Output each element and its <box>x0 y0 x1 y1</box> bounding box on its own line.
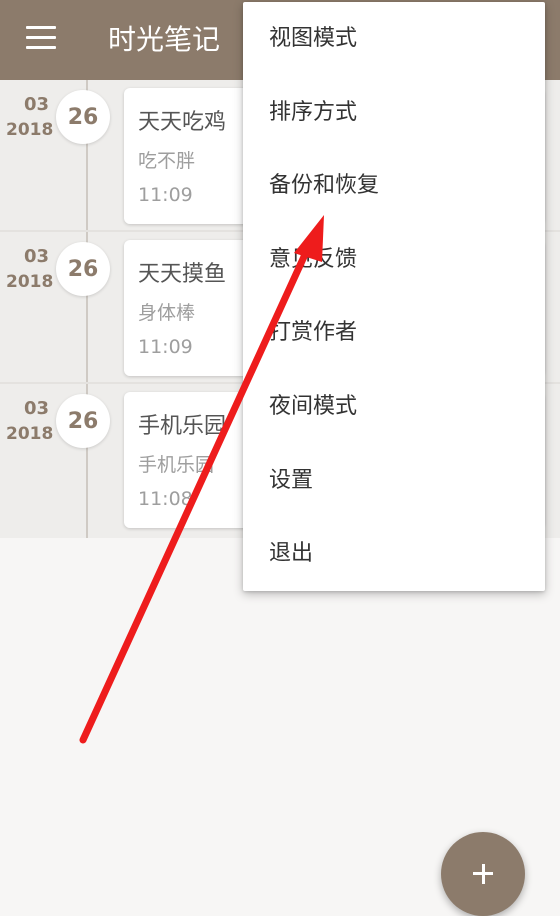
note-time: 11:08 <box>138 488 193 510</box>
menu-item-backup-restore[interactable]: 备份和恢复 <box>243 149 545 223</box>
entry-day-badge: 26 <box>56 90 110 144</box>
app-title: 时光笔记 <box>108 23 221 56</box>
note-time: 11:09 <box>138 184 193 206</box>
menu-item-sort-order[interactable]: 排序方式 <box>243 76 545 150</box>
add-note-button[interactable] <box>441 832 525 916</box>
entry-day-badge: 26 <box>56 394 110 448</box>
entry-year: 2018 <box>6 424 54 444</box>
note-title: 手机乐园 <box>138 414 227 439</box>
menu-item-feedback[interactable]: 意见反馈 <box>243 223 545 297</box>
overflow-menu: 视图模式 排序方式 备份和恢复 意见反馈 打赏作者 夜间模式 设置 退出 <box>243 2 545 591</box>
entry-month: 03 <box>24 94 50 115</box>
entry-day-badge: 26 <box>56 242 110 296</box>
menu-item-settings[interactable]: 设置 <box>243 444 545 518</box>
note-time: 11:09 <box>138 336 193 358</box>
entry-month: 03 <box>24 246 50 267</box>
note-subtitle: 吃不胖 <box>138 150 196 172</box>
entry-year: 2018 <box>6 120 54 140</box>
note-subtitle: 手机乐园 <box>138 454 215 476</box>
note-subtitle: 身体棒 <box>138 302 196 324</box>
menu-item-view-mode[interactable]: 视图模式 <box>243 2 545 76</box>
note-title: 天天摸鱼 <box>138 262 227 287</box>
entry-month: 03 <box>24 398 50 419</box>
menu-icon[interactable] <box>26 26 56 50</box>
menu-item-tip-author[interactable]: 打赏作者 <box>243 296 545 370</box>
menu-item-night-mode[interactable]: 夜间模式 <box>243 370 545 444</box>
entry-year: 2018 <box>6 272 54 292</box>
note-title: 天天吃鸡 <box>138 110 227 135</box>
menu-item-exit[interactable]: 退出 <box>243 517 545 591</box>
